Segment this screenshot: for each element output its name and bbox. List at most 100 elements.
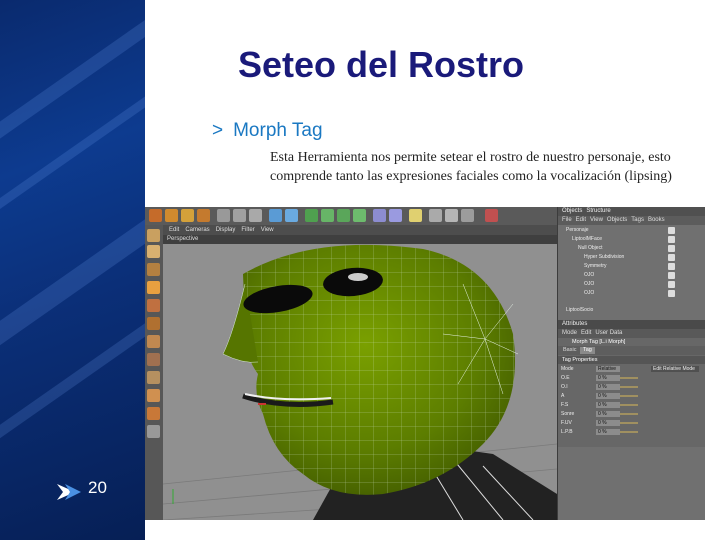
main-toolbar <box>145 207 557 226</box>
lock-tool-icon[interactable] <box>147 425 160 438</box>
axis-tool-icon[interactable] <box>147 281 160 294</box>
cube-icon[interactable] <box>305 209 318 222</box>
value-field[interactable]: 0 % <box>596 384 620 390</box>
tab-structure[interactable]: Structure <box>586 208 610 214</box>
scene-icon[interactable] <box>373 209 386 222</box>
object-manager-tabs: Objects Structure <box>558 207 705 216</box>
value-slider[interactable] <box>620 422 638 424</box>
edit-mode-button[interactable]: Edit Relative Mode <box>651 366 699 372</box>
snap-icon[interactable] <box>485 209 498 222</box>
x-axis-icon[interactable] <box>217 209 230 222</box>
tool-icon[interactable] <box>429 209 442 222</box>
list-item[interactable]: OJO <box>558 290 705 298</box>
list-item[interactable]: Personaje <box>558 227 705 235</box>
attribute-row: L.P.B 0 % <box>558 428 705 437</box>
value-slider[interactable] <box>620 377 638 379</box>
y-axis-icon[interactable] <box>233 209 246 222</box>
value-field[interactable]: 0 % <box>596 429 620 435</box>
3d-viewport[interactable] <box>163 244 557 520</box>
bullet-arrow-icon: > <box>212 120 224 141</box>
decor-streak <box>0 0 145 148</box>
polygons-tool-icon[interactable] <box>147 335 160 348</box>
render-icon[interactable] <box>269 209 282 222</box>
list-item[interactable]: LiptoolSocio <box>558 307 705 315</box>
menu-objects[interactable]: Objects <box>607 217 627 223</box>
tag-icon[interactable] <box>668 245 675 252</box>
menu-file[interactable]: File <box>562 217 572 223</box>
attributes-title: Morph Tag [L.i Morph] <box>558 338 705 346</box>
light-icon[interactable] <box>409 209 422 222</box>
tag-icon[interactable] <box>668 281 675 288</box>
menu-user-data[interactable]: User Data <box>595 330 622 336</box>
menu-books[interactable]: Books <box>648 217 665 223</box>
object-manager-menu: File Edit View Objects Tags Books <box>558 216 705 225</box>
edges-tool-icon[interactable] <box>147 317 160 330</box>
menu-view[interactable]: View <box>590 217 603 223</box>
tag-icon[interactable] <box>668 236 675 243</box>
menu-cameras[interactable]: Cameras <box>185 227 209 233</box>
scale-icon[interactable] <box>197 209 210 222</box>
points-tool-icon[interactable] <box>147 299 160 312</box>
tag-icon[interactable] <box>668 263 675 270</box>
viewport-label: Perspective <box>163 235 557 244</box>
tool-icon[interactable] <box>461 209 474 222</box>
value-slider[interactable] <box>620 395 638 397</box>
slide-title: Seteo del Rostro <box>238 44 525 85</box>
menu-tags[interactable]: Tags <box>631 217 644 223</box>
menu-view[interactable]: View <box>261 227 274 233</box>
list-item[interactable]: Hyper Subdivision <box>558 254 705 262</box>
value-slider[interactable] <box>620 386 638 388</box>
tab-basic[interactable]: Basic <box>560 347 579 354</box>
array-icon[interactable] <box>337 209 350 222</box>
tag-icon[interactable] <box>668 272 675 279</box>
value-field[interactable]: 0 % <box>596 375 620 381</box>
camera-icon[interactable] <box>389 209 402 222</box>
tab-tag[interactable]: Tag <box>580 347 595 354</box>
undo-icon[interactable] <box>149 209 162 222</box>
tag-icon[interactable] <box>668 254 675 261</box>
list-item[interactable]: LiptoolMFace <box>558 236 705 244</box>
texture-tool-icon[interactable] <box>147 263 160 276</box>
menu-edit[interactable]: Edit <box>169 227 179 233</box>
attributes-menu: Mode Edit User Data <box>558 329 705 338</box>
app-screenshot: Edit Cameras Display Filter View Perspective <box>145 207 705 520</box>
attribute-row: Mode Relative Edit Relative Mode <box>558 365 705 374</box>
value-field[interactable]: 0 % <box>596 393 620 399</box>
model-tool-icon[interactable] <box>147 229 160 242</box>
list-item[interactable]: OJO <box>558 272 705 280</box>
tag-icon[interactable] <box>668 290 675 297</box>
value-slider[interactable] <box>620 413 638 415</box>
render-view-icon[interactable] <box>285 209 298 222</box>
paint-tool-icon[interactable] <box>147 371 160 384</box>
menu-edit[interactable]: Edit <box>576 217 586 223</box>
viewport-name: Perspective <box>167 236 199 242</box>
attributes-header: Attributes <box>558 320 705 329</box>
sculpt-tool-icon[interactable] <box>147 389 160 402</box>
move-icon[interactable] <box>165 209 178 222</box>
tag-icon[interactable] <box>668 227 675 234</box>
value-field[interactable]: 0 % <box>596 420 620 426</box>
list-item[interactable]: Symmetry <box>558 263 705 271</box>
attribute-row: A0 % <box>558 392 705 401</box>
menu-edit[interactable]: Edit <box>581 330 591 336</box>
menu-display[interactable]: Display <box>216 227 236 233</box>
value-field[interactable]: 0 % <box>596 411 620 417</box>
list-item[interactable]: Null Object <box>558 245 705 253</box>
uv-tool-icon[interactable] <box>147 353 160 366</box>
deformer-icon[interactable] <box>353 209 366 222</box>
z-axis-icon[interactable] <box>249 209 262 222</box>
mode-select[interactable]: Relative <box>596 366 620 372</box>
list-item[interactable]: OJO <box>558 281 705 289</box>
tab-objects[interactable]: Objects <box>562 208 582 214</box>
value-slider[interactable] <box>620 431 638 433</box>
menu-filter[interactable]: Filter <box>241 227 254 233</box>
bullet-label: Morph Tag <box>233 120 323 141</box>
tool-icon[interactable] <box>445 209 458 222</box>
soft-tool-icon[interactable] <box>147 407 160 420</box>
nurbs-icon[interactable] <box>321 209 334 222</box>
rotate-icon[interactable] <box>181 209 194 222</box>
value-field[interactable]: 0 % <box>596 402 620 408</box>
value-slider[interactable] <box>620 404 638 406</box>
menu-mode[interactable]: Mode <box>562 330 577 336</box>
object-tool-icon[interactable] <box>147 245 160 258</box>
